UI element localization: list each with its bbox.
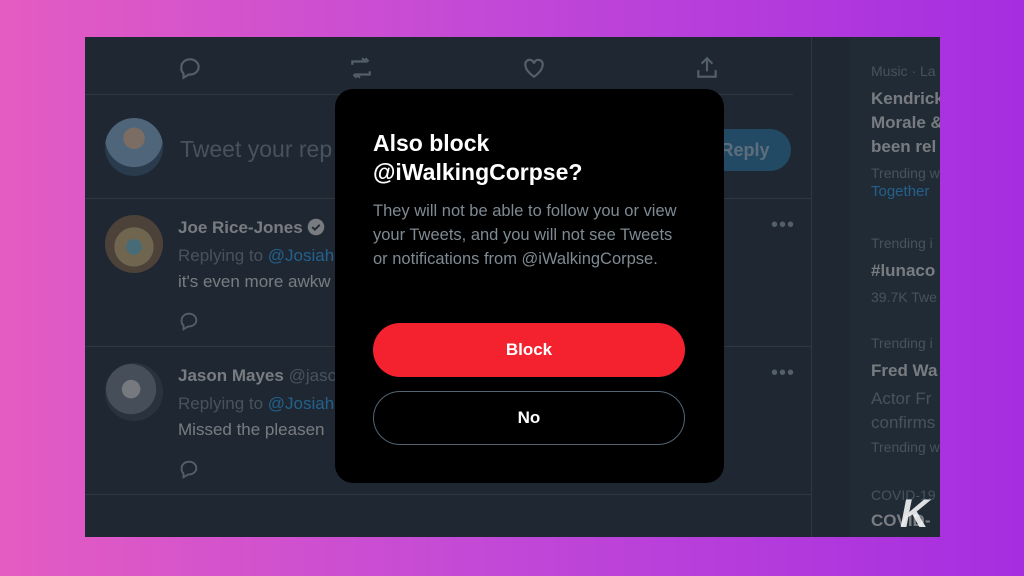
share-icon[interactable] [694, 55, 720, 81]
tweet-author[interactable]: Jason Mayes @jaso [178, 366, 337, 386]
like-icon[interactable] [521, 55, 547, 81]
trend-title: Kendrick [871, 89, 940, 108]
dialog-title: Also block @iWalkingCorpse? [373, 130, 583, 185]
trends-sidebar: Music · La Kendrick Morale & been rel Tr… [850, 37, 940, 537]
block-confirm-dialog: Also block @iWalkingCorpse? They will no… [335, 89, 724, 483]
comment-icon[interactable] [178, 458, 200, 480]
trend-meta: Trending i [871, 235, 933, 251]
comment-icon[interactable] [177, 55, 203, 81]
trend-footer: Trending w [871, 165, 940, 181]
tweet-handle: @jaso [288, 366, 338, 385]
mention-link[interactable]: @Josiah [268, 394, 334, 413]
avatar[interactable] [105, 363, 163, 421]
mention-link[interactable]: @Josiah [268, 246, 334, 265]
trend-item[interactable]: Trending i Fred Wa Actor Fr confirms Tre… [871, 335, 940, 455]
reply-input[interactable]: Tweet your rep [180, 136, 332, 163]
avatar[interactable] [105, 118, 163, 176]
comment-icon[interactable] [178, 310, 200, 332]
replying-to: Replying to @Josiah [178, 246, 334, 266]
trend-footer: 39.7K Twe [871, 289, 937, 305]
trend-title: been rel [871, 137, 937, 156]
trend-title: Fred Wa [871, 361, 938, 380]
verified-badge-icon [307, 218, 324, 236]
dialog-body: They will not be able to follow you or v… [373, 202, 677, 268]
trend-description: confirms [871, 413, 936, 432]
avatar[interactable] [105, 215, 163, 273]
tweet-text: Missed the pleasen [178, 420, 325, 439]
no-button[interactable]: No [373, 391, 685, 445]
trend-description: Actor Fr [871, 389, 932, 408]
more-options-icon[interactable]: ••• [771, 362, 795, 385]
tweet-author[interactable]: Joe Rice-Jones [178, 218, 325, 238]
watermark-logo: K [900, 492, 929, 536]
trend-meta: Trending i [871, 335, 933, 351]
retweet-icon[interactable] [348, 55, 374, 81]
block-button[interactable]: Block [373, 323, 685, 377]
trend-link[interactable]: Together [871, 183, 940, 200]
tweet-action-row [85, 37, 793, 95]
replying-label: Replying to [178, 246, 268, 265]
trend-item[interactable]: Music · La Kendrick Morale & been rel Tr… [871, 63, 940, 200]
tweet-text: it's even more awkw [178, 272, 331, 291]
trend-title: Morale & [871, 113, 940, 132]
replying-to: Replying to @Josiah [178, 394, 334, 414]
trend-item[interactable]: Trending i #lunaco 39.7K Twe [871, 235, 937, 305]
trend-meta: Music · La [871, 63, 936, 79]
more-options-icon[interactable]: ••• [771, 214, 795, 237]
trend-footer: Trending w [871, 439, 940, 455]
replying-label: Replying to [178, 394, 268, 413]
trend-title: #lunaco [871, 261, 936, 280]
